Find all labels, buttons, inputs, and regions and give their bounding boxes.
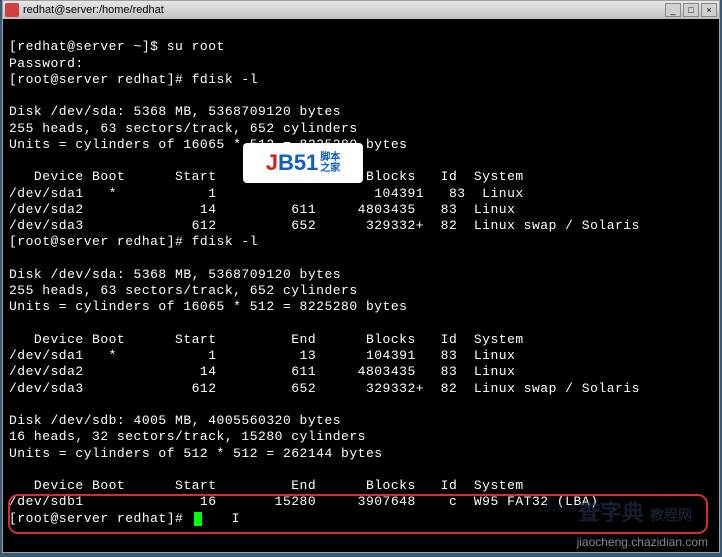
- watermark-chazidian: 查字典 教程网: [578, 495, 692, 527]
- app-icon: [5, 3, 19, 17]
- logo-letter: J: [266, 150, 278, 176]
- text-caret-icon: I: [232, 511, 240, 527]
- terminal-line: [root@server redhat]# fdisk -l: [9, 72, 258, 87]
- logo-text: B51: [278, 150, 318, 176]
- terminal-line: Disk /dev/sda: 5368 MB, 5368709120 bytes: [9, 267, 341, 282]
- watermark-url: jiaocheng.chazidian.com: [577, 535, 708, 549]
- terminal-line: /dev/sda3 612 652 329332+ 82 Linux swap …: [9, 381, 640, 396]
- terminal-line: Device Boot Start End Blocks Id System: [9, 332, 524, 347]
- terminal-line: Disk /dev/sdb: 4005 MB, 4005560320 bytes: [9, 413, 341, 428]
- terminal-line: 16 heads, 32 sectors/track, 15280 cylind…: [9, 429, 366, 444]
- terminal-line: /dev/sda3 612 652 329332+ 82 Linux swap …: [9, 218, 640, 233]
- jb51-logo: JB51 脚本 之家: [243, 143, 363, 183]
- window-title: redhat@server:/home/redhat: [23, 4, 665, 16]
- terminal-line: Password:: [9, 56, 84, 71]
- terminal-line: Units = cylinders of 512 * 512 = 262144 …: [9, 446, 383, 461]
- terminal-line: Device Boot Start End Blocks Id System: [9, 478, 524, 493]
- close-button[interactable]: ×: [701, 3, 717, 17]
- terminal-line: /dev/sda2 14 611 4803435 83 Linux: [9, 364, 515, 379]
- terminal-line: Units = cylinders of 16065 * 512 = 82252…: [9, 299, 407, 314]
- terminal-window: redhat@server:/home/redhat _ □ × [redhat…: [2, 0, 720, 553]
- terminal-line: 255 heads, 63 sectors/track, 652 cylinde…: [9, 283, 358, 298]
- terminal-line: /dev/sda2 14 611 4803435 83 Linux: [9, 202, 515, 217]
- terminal-line: [root@server redhat]# fdisk -l: [9, 234, 258, 249]
- window-buttons: _ □ ×: [665, 3, 717, 17]
- titlebar[interactable]: redhat@server:/home/redhat _ □ ×: [3, 1, 719, 19]
- terminal-line: /dev/sda1 * 1 104391 83 Linux: [9, 186, 524, 201]
- terminal-line: [redhat@server ~]$ su root: [9, 39, 225, 54]
- terminal-body[interactable]: [redhat@server ~]$ su root Password: [ro…: [3, 19, 719, 547]
- minimize-button[interactable]: _: [665, 3, 681, 17]
- terminal-line: 255 heads, 63 sectors/track, 652 cylinde…: [9, 121, 358, 136]
- terminal-line: Disk /dev/sda: 5368 MB, 5368709120 bytes: [9, 104, 341, 119]
- logo-cn: 脚本 之家: [320, 152, 340, 174]
- terminal-line: /dev/sdb1 16 15280 3907648 c W95 FAT32 (…: [9, 494, 598, 509]
- maximize-button[interactable]: □: [683, 3, 699, 17]
- prompt-line: [root@server redhat]#: [9, 511, 192, 526]
- cursor-block: [194, 512, 202, 526]
- terminal-line: /dev/sda1 * 1 13 104391 83 Linux: [9, 348, 515, 363]
